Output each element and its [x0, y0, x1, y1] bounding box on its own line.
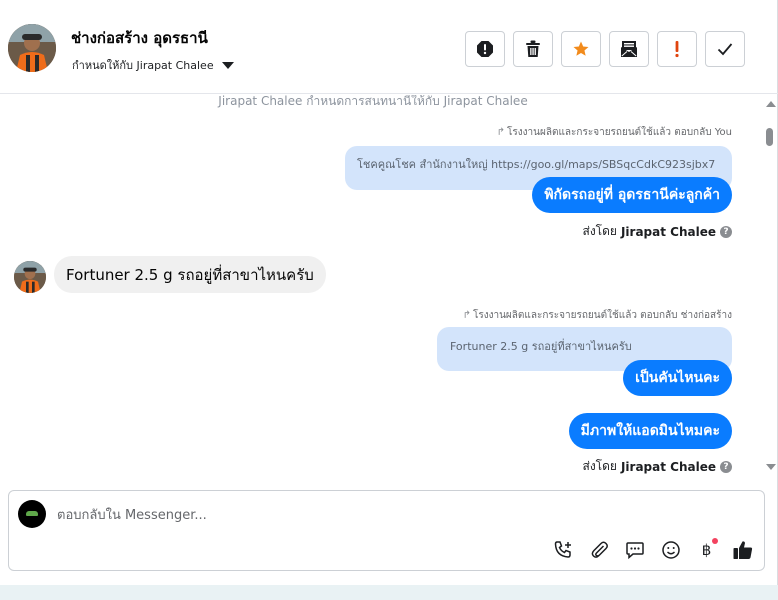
message-text: Fortuner 2.5 g รถอยู่ที่สาขาไหนครับ: [66, 265, 314, 284]
delete-button[interactable]: [513, 31, 553, 67]
composer-tools: ฿: [551, 538, 754, 561]
assignment-note: Jirapat Chalee กำหนดการสนทนานี้ให้กับ Ji…: [218, 95, 528, 108]
incoming-message[interactable]: Fortuner 2.5 g รถอยู่ที่สาขาไหนครับ: [54, 256, 326, 293]
star-icon: [573, 41, 589, 56]
call-add-button[interactable]: [551, 538, 574, 561]
payment-button[interactable]: ฿: [695, 538, 718, 561]
chevron-down-icon: [221, 62, 234, 69]
conversation-panel: ช่างก่อสร้าง อุดรธานี กำหนดให้กับ Jirapa…: [0, 0, 778, 585]
attach-button[interactable]: [587, 538, 610, 561]
star-button[interactable]: [561, 31, 601, 67]
message-thread: Jirapat Chalee กำหนดการสนทนานี้ให้กับ Ji…: [0, 95, 762, 480]
exclamation-octagon-icon: [477, 41, 493, 57]
help-icon[interactable]: ?: [720, 225, 732, 238]
follow-up-button[interactable]: [657, 31, 697, 67]
emoji-button[interactable]: [659, 538, 682, 561]
assigned-to-label: กำหนดให้กับ Jirapat Chalee: [72, 59, 214, 72]
sender-avatar[interactable]: [14, 261, 46, 293]
outgoing-message[interactable]: มีภาพให้แอดมินไหมคะ: [568, 413, 732, 449]
sent-by-label: ส่งโดย Jirapat Chalee ?: [582, 222, 732, 241]
mark-done-button[interactable]: [705, 31, 745, 67]
reply-context: ↱ โรงงานผลิตและกระจายรถยนต์ใช้แล้ว ตอบกล…: [497, 125, 732, 140]
envelope-icon: [621, 41, 637, 57]
reply-context-text: โรงงานผลิตและกระจายรถยนต์ใช้แล้ว ตอบกลับ…: [472, 310, 732, 321]
reply-context-text: โรงงานผลิตและกระจายรถยนต์ใช้แล้ว ตอบกลับ…: [507, 127, 732, 138]
page-footer-strip: [0, 585, 778, 600]
thumbs-up-icon: [733, 540, 752, 559]
quoted-text: โชคคูณโชค สำนักงานใหญ่ https://goo.gl/ma…: [357, 158, 716, 171]
payment-baht-icon: ฿: [701, 540, 712, 559]
mark-unread-button[interactable]: [609, 31, 649, 67]
like-button[interactable]: [731, 538, 754, 561]
reply-context: ↱ โรงงานผลิตและกระจายรถยนต์ใช้แล้ว ตอบกล…: [463, 308, 732, 323]
page-avatar: [18, 500, 46, 528]
check-icon: [717, 43, 733, 56]
emoji-icon: [661, 540, 680, 559]
scroll-thumb[interactable]: [766, 128, 773, 146]
paperclip-icon: [591, 541, 608, 558]
sent-by-label: ส่งโดย Jirapat Chalee ?: [582, 457, 732, 476]
sent-by-prefix: ส่งโดย: [582, 459, 617, 473]
reply-arrow-icon: ↱: [496, 127, 506, 138]
conversation-header: ช่างก่อสร้าง อุดรธานี กำหนดให้กับ Jirapa…: [0, 0, 778, 94]
saved-reply-icon: [625, 541, 644, 559]
notification-dot: [712, 538, 718, 544]
reply-input[interactable]: [57, 506, 557, 524]
car-logo-icon: [26, 511, 38, 516]
outgoing-message[interactable]: เป็นคันไหนคะ: [623, 360, 732, 396]
trash-icon: [526, 40, 540, 57]
scroll-up-arrow-icon[interactable]: [766, 101, 776, 107]
contact-avatar[interactable]: [8, 24, 56, 72]
message-text: พิกัดรถอยู่ที่ อุดรธานีค่ะลูกค้า: [544, 187, 720, 203]
sent-by-name: Jirapat Chalee: [620, 459, 716, 474]
message-text: มีภาพให้แอดมินไหมคะ: [580, 423, 720, 439]
header-actions: [465, 31, 745, 67]
report-spam-button[interactable]: [465, 31, 505, 67]
reply-composer: ฿: [8, 490, 765, 571]
outgoing-message[interactable]: พิกัดรถอยู่ที่ อุดรธานีค่ะลูกค้า: [532, 177, 732, 213]
saved-reply-button[interactable]: [623, 538, 646, 561]
contact-name: ช่างก่อสร้าง อุดรธานี: [71, 29, 208, 47]
help-icon[interactable]: ?: [720, 460, 732, 473]
reply-arrow-icon: ↱: [462, 310, 471, 321]
thread-scrollbar[interactable]: [762, 95, 778, 480]
exclamation-icon: [675, 41, 679, 58]
scroll-down-arrow-icon[interactable]: [766, 464, 776, 470]
message-text: เป็นคันไหนคะ: [635, 370, 720, 386]
quoted-text: Fortuner 2.5 g รถอยู่ที่สาขาไหนครับ: [450, 340, 632, 353]
sent-by-prefix: ส่งโดย: [582, 224, 617, 238]
assign-dropdown[interactable]: กำหนดให้กับ Jirapat Chalee: [72, 56, 234, 74]
sent-by-name: Jirapat Chalee: [620, 224, 716, 239]
call-add-icon: [554, 540, 571, 558]
